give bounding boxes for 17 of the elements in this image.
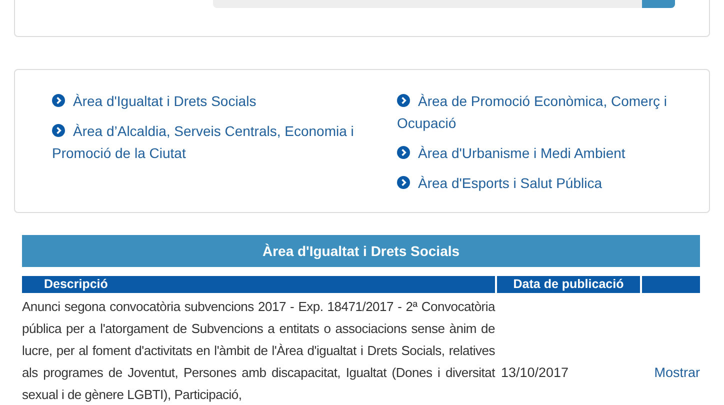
area-link[interactable]: Àrea d’Alcaldia, Serveis Centrals, Economia i Promoció de la Ciutat [52,120,360,164]
column-header: Data de publicació [497,276,640,293]
chevron-circle-icon [52,94,65,107]
area-link[interactable]: Àrea d'Urbanisme i Medi Ambient [397,142,677,164]
chevron-circle-icon [397,176,410,189]
section-header: Àrea d'Igualtat i Drets Socials [22,235,700,267]
chevron-circle-icon [52,124,65,137]
column-header: Descripció [22,276,495,293]
area-link[interactable]: Àrea d'Igualtat i Drets Socials [52,90,360,112]
chevron-circle-icon [397,94,410,107]
description-cell-text: Anunci segona convocatòria subvencions 2017 - Exp. 18471/2017 - 2ª Convocatòria pública per a l'atorgament de Subvencions a entitats o associacions sense ànim de lucre, per al foment d'activitats en l'àmbit de l'Àrea d'igualtat i Drets Socials, relatives als programes de Joventut, Persones amb discapacitat, Igualtat (Dones i diversitat sexual i de gènere LGBTI), Participació, [22,298,495,404]
area-link[interactable]: Àrea d'Esports i Salut Pública [397,172,677,194]
chevron-circle-icon [397,146,410,159]
column-header-blank [642,276,700,293]
show-link[interactable]: Mostrar [642,296,700,384]
date-cell-text: 13/10/2017 [500,364,570,382]
area-link[interactable]: Àrea de Promoció Econòmica, Comerç i Ocupació [397,90,677,134]
